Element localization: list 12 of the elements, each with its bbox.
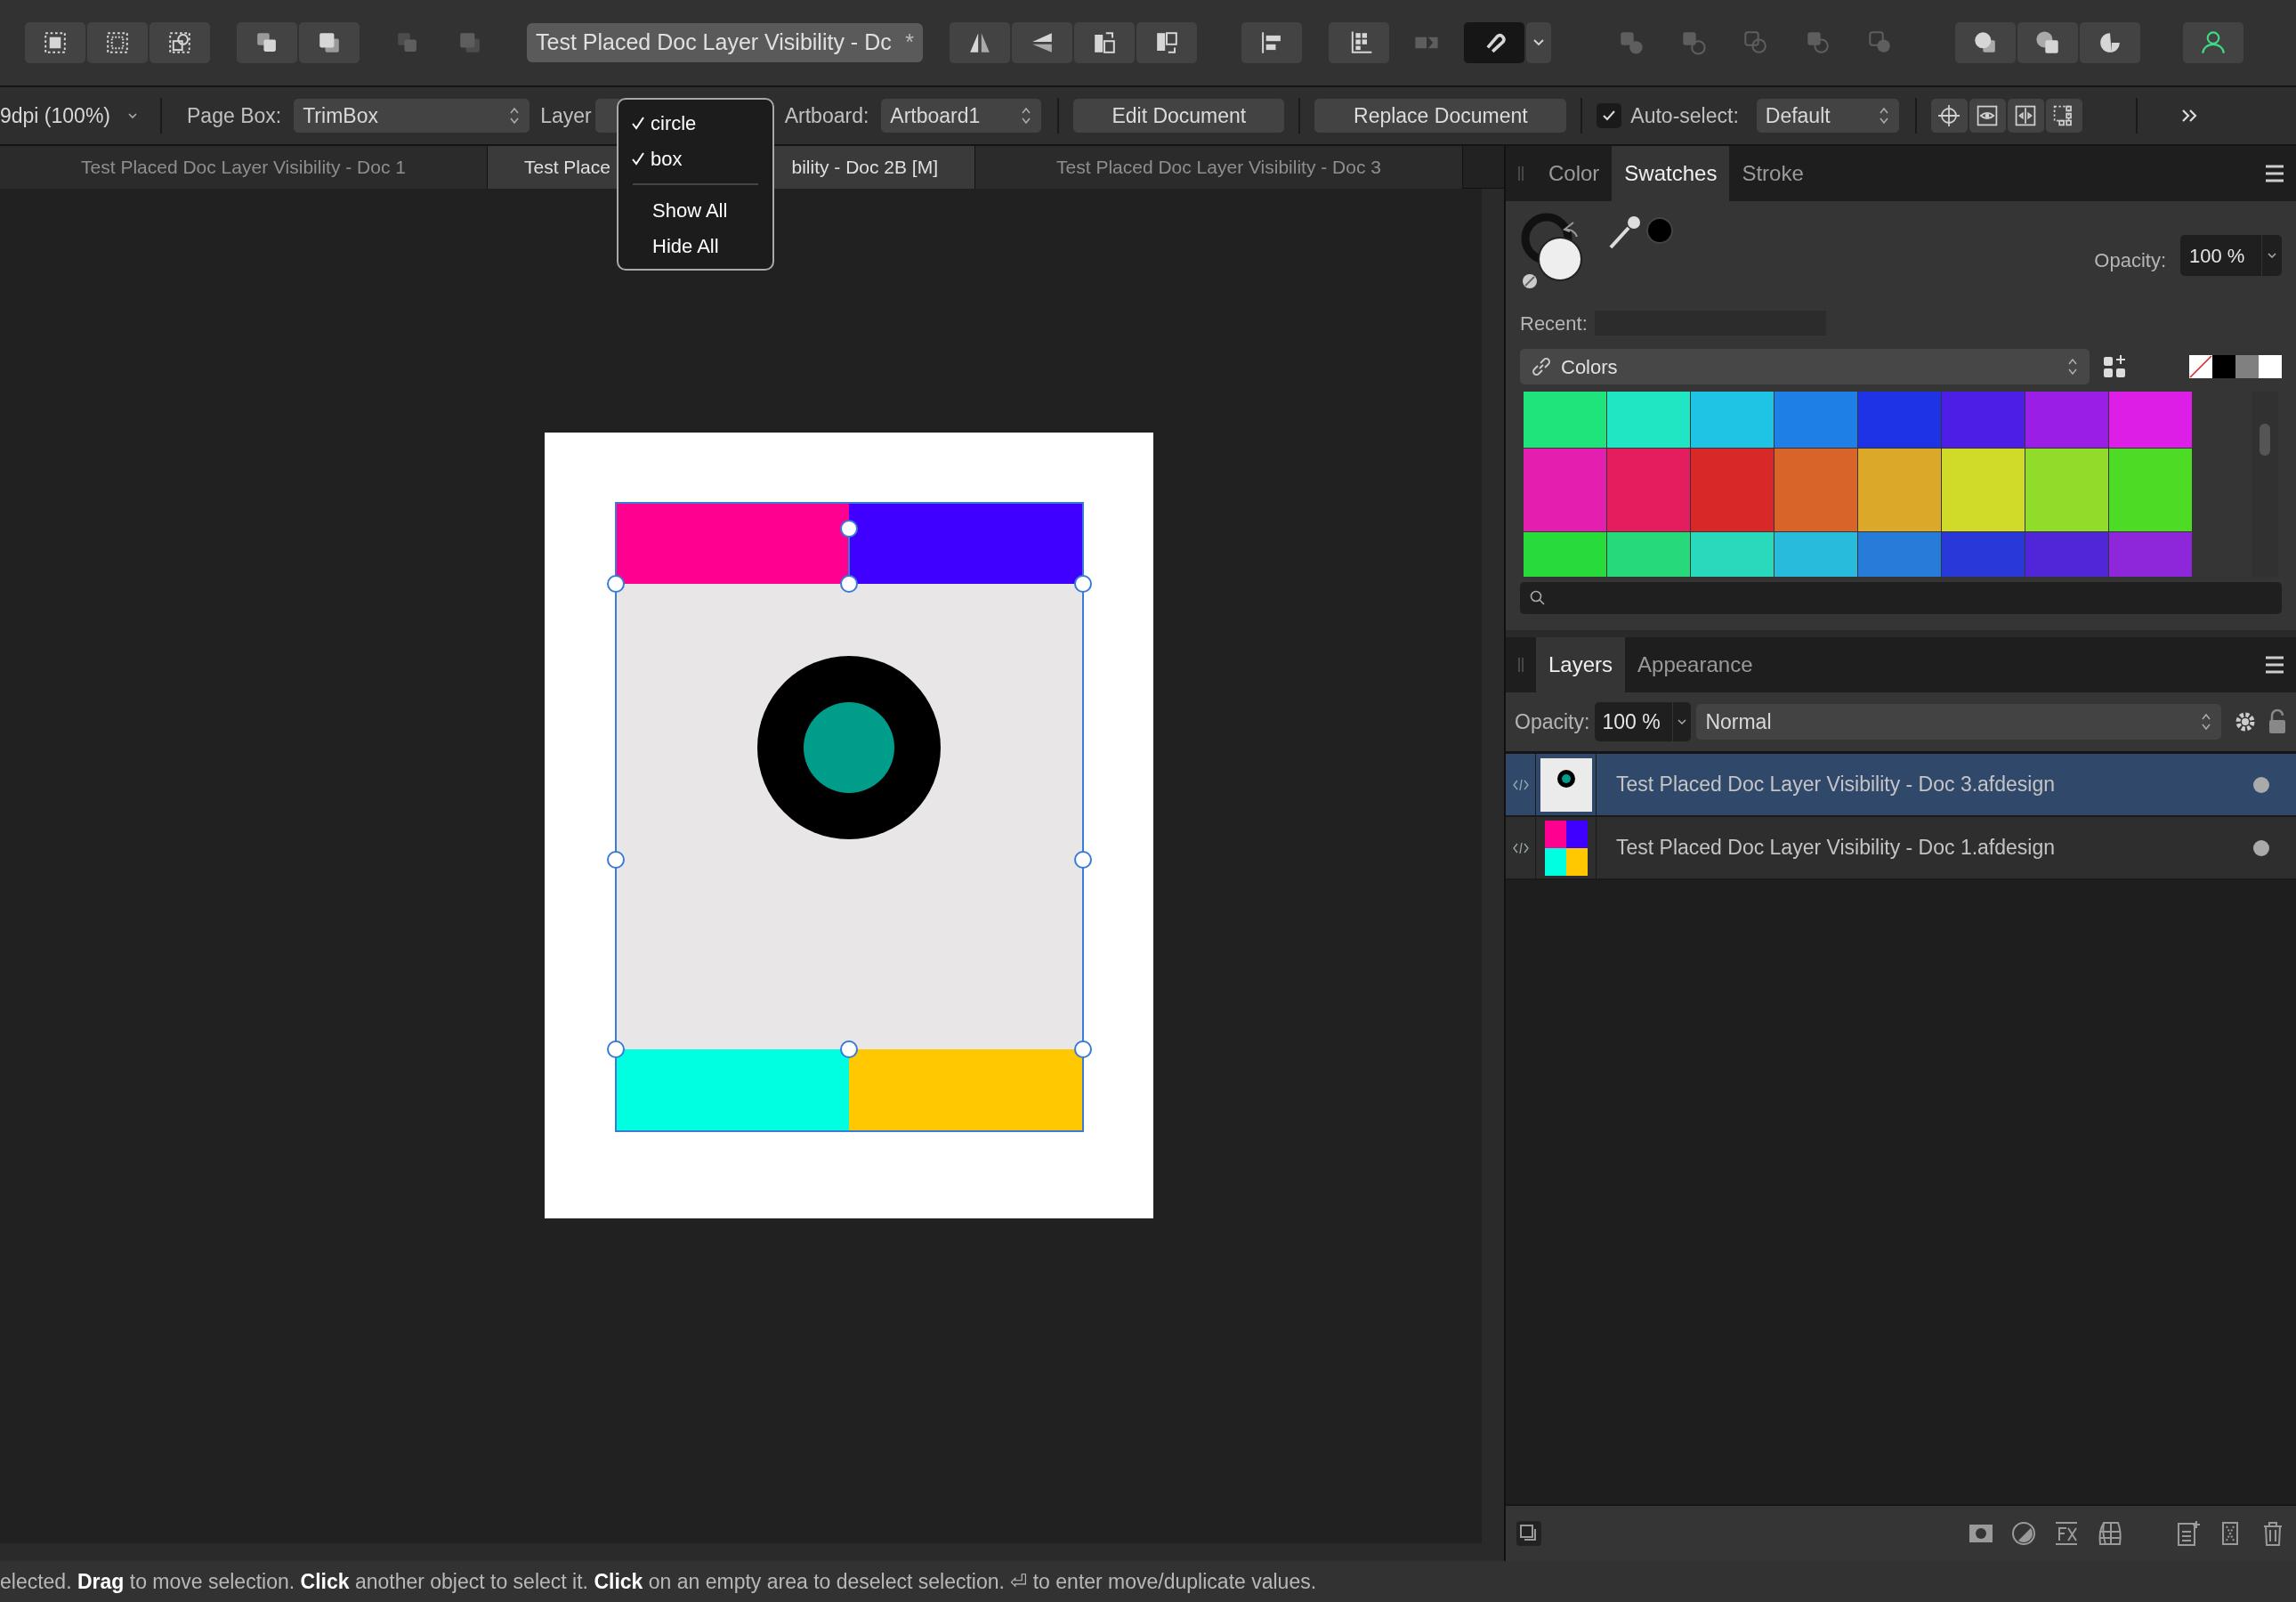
opacity-label: Opacity: xyxy=(2094,248,2166,273)
recent-label: Recent: xyxy=(1520,311,1588,336)
layer-name: Test Placed Doc Layer Visibility - Doc 3.afdesign xyxy=(1615,772,2057,798)
artboard-label: Artboard: xyxy=(784,102,869,129)
page-box-label: Page Box: xyxy=(187,102,282,129)
status-bar: elected. Drag to move selection. Click another object to select it. Click on an empty area to deselect selection. ⏎ to enter move/duplicate values. xyxy=(0,1561,2296,1602)
tab-label: bility - Doc 2B [M] xyxy=(791,156,938,180)
auto-select-label: Auto-select: xyxy=(1630,102,1739,129)
layers-label: Layer xyxy=(540,102,592,129)
tab-label: Test Place xyxy=(524,156,610,180)
opacity-label: Opacity: xyxy=(1515,708,1590,735)
layer-name: Test Placed Doc Layer Visibility - Doc 1.afdesign xyxy=(1615,835,2057,862)
